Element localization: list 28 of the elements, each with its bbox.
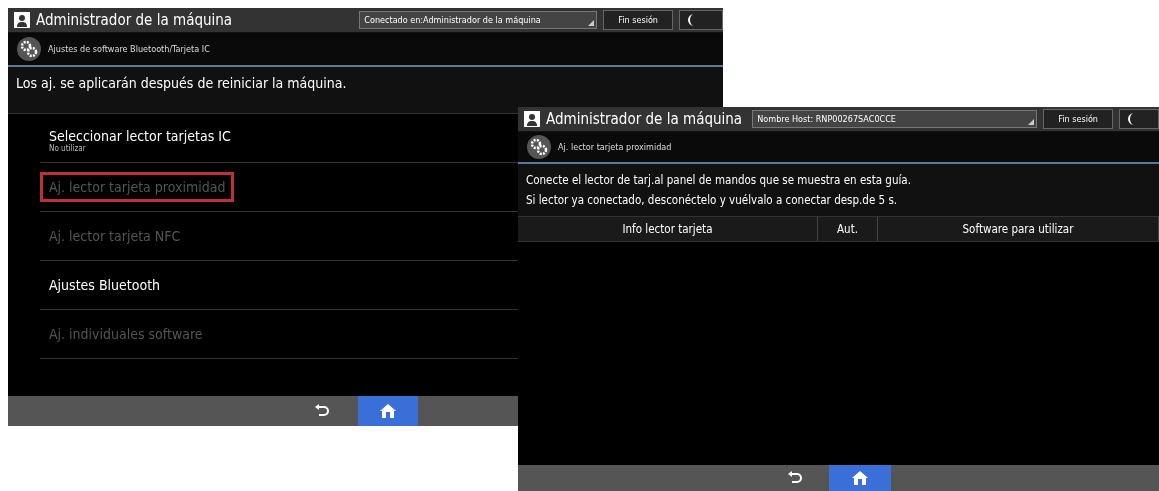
sleep-button[interactable] xyxy=(679,10,723,30)
column-header: Info lector tarjeta xyxy=(518,217,818,241)
user-icon xyxy=(524,111,540,127)
logout-button[interactable]: Fin sesión xyxy=(603,10,673,30)
home-icon xyxy=(850,470,869,486)
sleep-button[interactable] xyxy=(1119,109,1159,129)
home-button[interactable] xyxy=(357,396,418,426)
gears-icon xyxy=(526,134,552,160)
logout-button[interactable]: Fin sesión xyxy=(1043,109,1113,129)
breadcrumb: Ajustes de software Bluetooth/Tarjeta IC xyxy=(48,44,210,54)
message-text: Los aj. se aplicarán después de reiniciar la máquina. xyxy=(16,74,348,93)
back-icon[interactable] xyxy=(786,471,803,485)
status-field: Nombre Host: RNP00267SAC0CCE xyxy=(752,110,1038,128)
breadcrumb: Aj. lector tarjeta proximidad xyxy=(558,142,672,152)
user-icon xyxy=(14,12,30,28)
window-title: Administrador de la máquina xyxy=(36,11,234,29)
gears-icon xyxy=(16,36,42,62)
back-icon[interactable] xyxy=(313,404,330,418)
message-text: Conecte el lector de tarj.al panel de mandos que se muestra en esta guía. xyxy=(526,172,912,189)
column-header: Software para utilizar xyxy=(878,217,1159,241)
column-header: Aut. xyxy=(818,217,878,241)
home-icon xyxy=(378,403,397,419)
menu-item[interactable]: Ajustes Bluetooth xyxy=(40,270,170,300)
home-button[interactable] xyxy=(828,465,891,491)
status-field: Conectado en:Administrador de la máquina xyxy=(359,11,598,29)
message-text: Si lector ya conectado, desconéctelo y vuélvalo a conectar desp.de 5 s. xyxy=(526,192,899,209)
window-title: Administrador de la máquina xyxy=(546,110,744,128)
item-value: No utilizar xyxy=(48,144,86,153)
